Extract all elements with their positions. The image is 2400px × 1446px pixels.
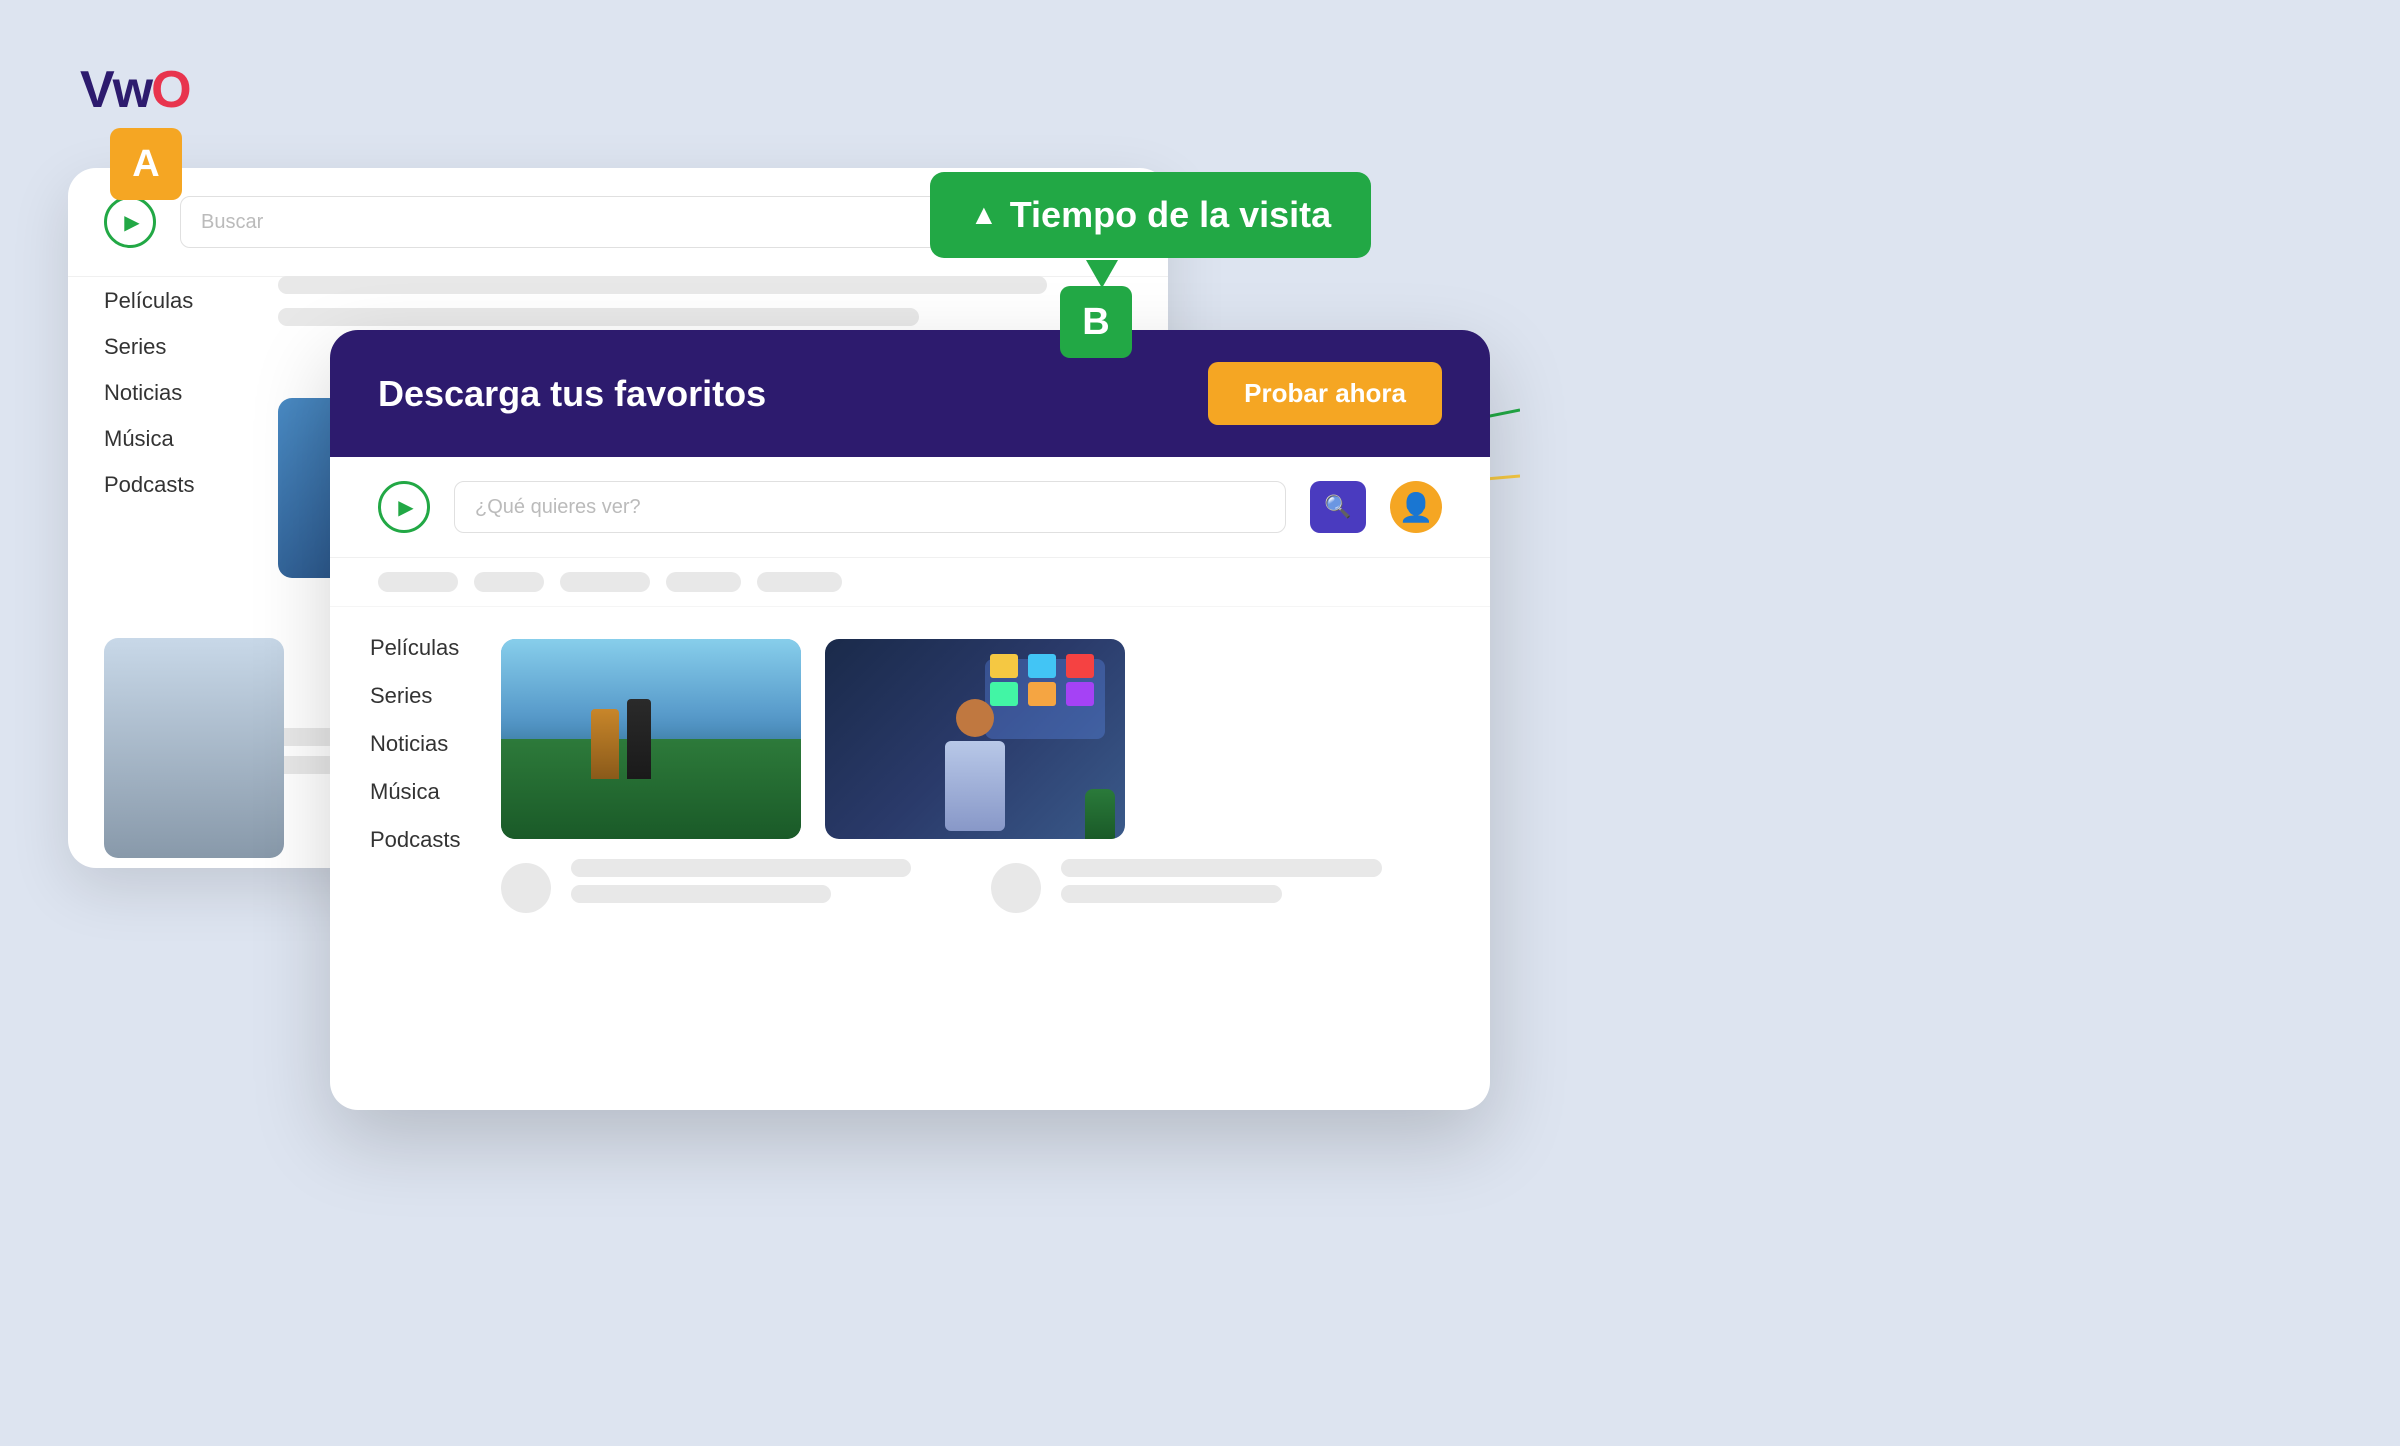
tiempo-banner: ▲ Tiempo de la visita: [930, 172, 1371, 258]
search-placeholder-b: ¿Qué quieres ver?: [475, 496, 641, 519]
screen-b-nav: Películas Series Noticias Música Podcast…: [330, 607, 501, 1110]
banner-title: Descarga tus favoritos: [378, 373, 766, 415]
tiempo-connector: [1086, 260, 1118, 288]
screen-b-search-button[interactable]: 🔍: [1310, 481, 1366, 533]
screen-b-card: Descarga tus favoritos Probar ahora ¿Qué…: [330, 330, 1490, 1110]
screen-a-image-people: [104, 638, 274, 838]
nav-item-noticias-b[interactable]: Noticias: [370, 731, 461, 757]
probar-ahora-button[interactable]: Probar ahora: [1208, 362, 1442, 425]
screen-b-main: [501, 607, 1491, 1110]
screen-b-search-bar[interactable]: ¿Qué quieres ver?: [454, 481, 1286, 533]
tiempo-banner-text: Tiempo de la visita: [1010, 194, 1331, 236]
screen-a-nav: Películas Series Noticias Música Podcast…: [104, 288, 195, 498]
screen-b-body: Películas Series Noticias Música Podcast…: [330, 607, 1490, 1110]
screen-b-images: [501, 639, 1463, 839]
nav-pill-5: [757, 572, 842, 592]
screen-b-user-avatar: 👤: [1390, 481, 1442, 533]
search-placeholder-a: Buscar: [201, 211, 263, 234]
vwo-logo: VwO: [80, 60, 190, 120]
logo-text: Vw: [80, 61, 151, 119]
nav-item-podcasts-b[interactable]: Podcasts: [370, 827, 461, 853]
search-icon-b: 🔍: [1324, 494, 1351, 520]
logo-o: O: [151, 61, 189, 119]
nav-item-musica-b[interactable]: Música: [370, 779, 461, 805]
nav-pill-2: [474, 572, 544, 592]
nav-item-series-a[interactable]: Series: [104, 334, 195, 360]
variant-a-badge: A: [110, 128, 182, 200]
nav-item-series-b[interactable]: Series: [370, 683, 461, 709]
nav-pill-4: [666, 572, 741, 592]
tiempo-arrow-icon: ▲: [970, 199, 998, 231]
screen-b-banner: Descarga tus favoritos Probar ahora: [330, 330, 1490, 457]
nav-item-musica-a[interactable]: Música: [104, 426, 195, 452]
screen-b-nav-row: [330, 558, 1490, 607]
nav-item-noticias-a[interactable]: Noticias: [104, 380, 195, 406]
screen-b-header: ¿Qué quieres ver? 🔍 👤: [330, 457, 1490, 558]
nav-pill-3: [560, 572, 650, 592]
nav-pill-1: [378, 572, 458, 592]
screen-b-bottom-skeleton: [501, 859, 1463, 917]
screen-b-logo: [378, 481, 430, 533]
nav-item-peliculas-b[interactable]: Películas: [370, 635, 461, 661]
screen-a-logo: [104, 196, 156, 248]
nav-item-peliculas-a[interactable]: Películas: [104, 288, 195, 314]
screen-a-search-bar[interactable]: Buscar: [180, 196, 984, 248]
variant-b-badge: B: [1060, 286, 1132, 358]
nav-item-podcasts-a[interactable]: Podcasts: [104, 472, 195, 498]
screen-b-image-office: [825, 639, 1125, 839]
screen-b-image-sport: [501, 639, 801, 839]
